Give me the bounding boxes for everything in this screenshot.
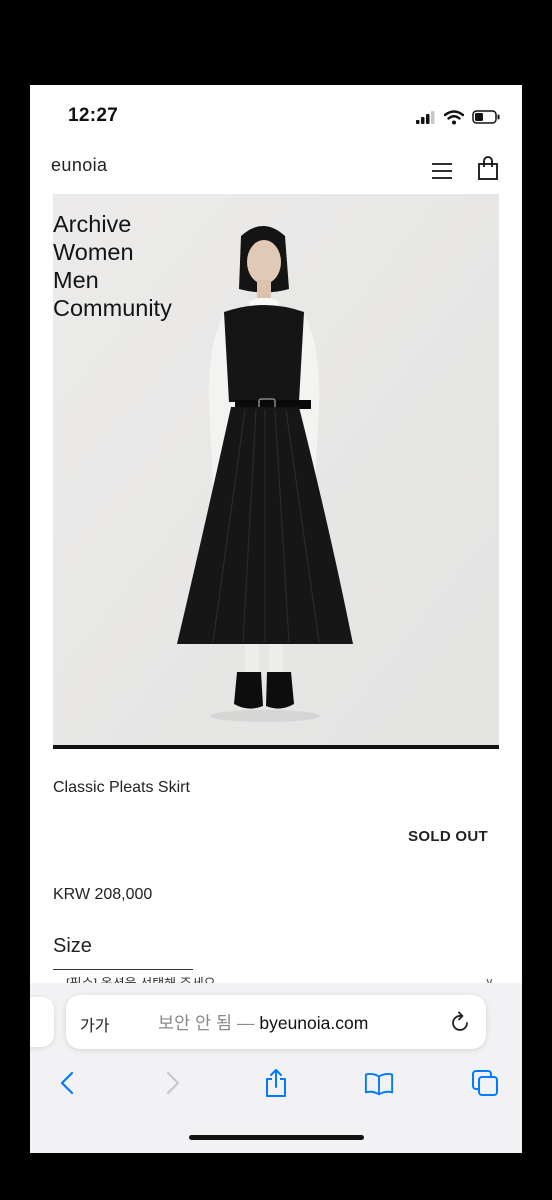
sold-out-badge: SOLD OUT <box>408 828 488 845</box>
reload-icon[interactable] <box>450 1010 472 1034</box>
phone-screen: 12:27 eunoia Archive Women Men Community… <box>30 85 522 1153</box>
battery-icon <box>472 110 500 124</box>
url-display[interactable]: 보안 안 됨 — byeunoia.com <box>158 1010 368 1035</box>
nav-community[interactable]: Community <box>53 294 172 322</box>
book-icon <box>364 1073 394 1096</box>
chevron-right-icon <box>166 1071 180 1095</box>
nav-men[interactable]: Men <box>53 266 172 294</box>
site-nav: Archive Women Men Community <box>53 210 172 322</box>
address-bar[interactable]: 가가 보안 안 됨 — byeunoia.com <box>66 995 486 1049</box>
security-warning: 보안 안 됨 <box>158 1013 233 1033</box>
share-button[interactable] <box>261 1067 291 1099</box>
chevron-left-icon <box>60 1071 74 1095</box>
signal-icon <box>416 111 435 124</box>
wifi-icon <box>444 109 464 124</box>
browser-chrome: 가가 보안 안 됨 — byeunoia.com <box>30 983 522 1153</box>
forward-button[interactable] <box>158 1067 188 1099</box>
size-divider <box>53 969 193 970</box>
share-icon <box>266 1069 286 1097</box>
hamburger-menu-icon[interactable] <box>430 159 454 183</box>
status-icons <box>416 107 500 127</box>
previous-tab-card[interactable] <box>30 997 54 1047</box>
nav-women[interactable]: Women <box>53 238 172 266</box>
site-logo[interactable]: eunoia <box>51 155 107 176</box>
browser-toolbar <box>30 1065 522 1105</box>
product-name: Classic Pleats Skirt <box>53 779 190 796</box>
text-size-button[interactable]: 가가 <box>80 1012 109 1036</box>
bookmarks-button[interactable] <box>364 1067 394 1099</box>
tabs-button[interactable] <box>470 1067 500 1099</box>
hero-product-image[interactable]: Archive Women Men Community <box>53 194 499 749</box>
status-bar: 12:27 <box>30 85 522 145</box>
nav-archive[interactable]: Archive <box>53 210 172 238</box>
home-indicator <box>189 1135 364 1140</box>
size-label: Size <box>53 935 92 957</box>
url-separator: — <box>232 1013 260 1033</box>
status-time: 12:27 <box>68 105 119 126</box>
site-header: eunoia <box>30 145 522 195</box>
shopping-bag-icon[interactable] <box>476 155 500 181</box>
product-price: KRW 208,000 <box>53 886 153 903</box>
tabs-icon <box>472 1070 498 1096</box>
image-divider <box>53 745 499 749</box>
back-button[interactable] <box>52 1067 82 1099</box>
url-domain: byeunoia.com <box>259 1013 369 1033</box>
